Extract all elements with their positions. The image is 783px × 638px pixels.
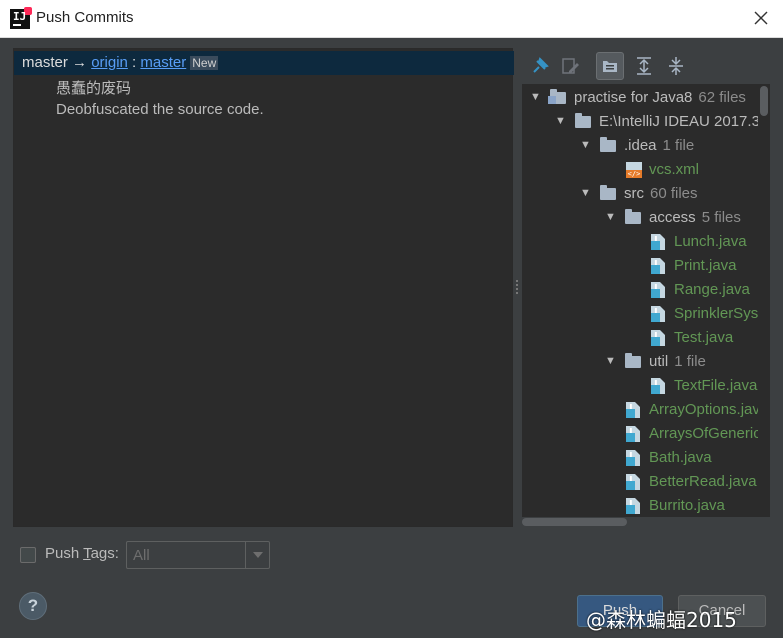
pin-icon	[533, 57, 549, 73]
tree-node-label: Print.java	[674, 257, 737, 274]
tree-node-file-count: 60 files	[650, 185, 698, 202]
push-arrow: →	[72, 54, 88, 71]
java-file-icon	[650, 234, 667, 250]
remote-branch-link[interactable]: master	[140, 54, 186, 71]
remote-link[interactable]: origin	[91, 54, 128, 71]
expand-arrow-icon[interactable]: ▼	[530, 91, 542, 103]
tree-node-label: ArraysOfGenerics	[649, 425, 769, 442]
edit-source-button[interactable]	[556, 52, 584, 80]
module-icon	[548, 89, 567, 105]
tree-node-label: E:\IntelliJ IDEAU 2017.3\	[599, 113, 765, 130]
weibo-watermark: @森林蝙蝠2015	[586, 608, 737, 632]
group-by-directory-button[interactable]	[596, 52, 624, 80]
folder-icon	[600, 137, 617, 153]
group-by-directory-icon	[603, 61, 617, 72]
help-button[interactable]: ?	[19, 592, 47, 620]
tree-node-label: SprinklerSyst	[674, 305, 763, 322]
expand-arrow-icon[interactable]: ▼	[580, 187, 592, 199]
tree-node-label: practise for Java8	[574, 89, 693, 106]
changed-files-tree[interactable]: ▼ practise for Java8 62 files ▼ E:\IntelliJ …	[522, 84, 770, 527]
expand-all-button[interactable]	[630, 52, 658, 80]
push-tags-row: Push Tags: All	[20, 541, 280, 569]
close-button[interactable]	[749, 6, 773, 30]
tree-node-file-count: 1 file	[662, 137, 695, 154]
folder-icon	[575, 113, 592, 129]
java-file-icon	[650, 378, 667, 394]
tree-node-file-count: 62 files	[698, 89, 746, 106]
tree-node-label: util	[649, 353, 669, 370]
changes-toolbar	[522, 48, 770, 82]
local-branch: master	[22, 54, 68, 71]
expand-arrow-icon[interactable]: ▼	[580, 139, 592, 151]
window-title: Push Commits	[36, 9, 134, 26]
push-tags-checkbox[interactable]	[20, 547, 36, 563]
tree-node-label: Test.java	[674, 329, 734, 346]
java-file-icon	[625, 474, 642, 490]
expand-arrow-icon[interactable]: ▼	[555, 115, 567, 127]
vertical-scrollbar[interactable]	[758, 84, 770, 527]
tree-node-label: Lunch.java	[674, 233, 747, 250]
horizontal-scrollbar[interactable]	[522, 517, 770, 527]
tree-node-label: src	[624, 185, 644, 202]
folder-icon	[625, 353, 642, 369]
java-file-icon	[650, 306, 667, 322]
tree-node-file-count: 5 files	[701, 209, 741, 226]
java-file-icon	[650, 258, 667, 274]
java-file-icon	[625, 498, 642, 514]
title-bar: IJ Push Commits	[0, 0, 783, 38]
java-file-icon	[625, 450, 642, 466]
commit-item[interactable]: Deobfuscated the source code.	[56, 101, 264, 118]
push-tags-select[interactable]: All	[126, 541, 270, 569]
tree-node-label: ArrayOptions.jav	[649, 401, 760, 418]
tree-node-label: BetterRead.java	[649, 473, 757, 490]
collapse-all-icon	[669, 57, 683, 75]
java-file-icon	[650, 330, 667, 346]
expand-arrow-icon[interactable]: ▼	[605, 355, 617, 367]
expand-arrow-icon[interactable]: ▼	[605, 211, 617, 223]
new-branch-badge: New	[190, 56, 219, 70]
tree-node-label: .idea	[624, 137, 657, 154]
java-file-icon	[625, 402, 642, 418]
folder-icon	[600, 185, 617, 201]
intellij-app-icon: IJ	[10, 7, 32, 29]
tree-node-label: access	[649, 209, 696, 226]
java-file-icon	[650, 282, 667, 298]
java-file-icon	[625, 426, 642, 442]
expand-all-icon	[637, 57, 651, 75]
remote-separator: :	[132, 54, 137, 71]
splitter-handle[interactable]	[514, 278, 520, 298]
commits-panel[interactable]: master → origin : master New 愚蠢的废码 Deobfu…	[13, 48, 514, 527]
push-spec-row[interactable]: master → origin : master New	[14, 51, 514, 75]
tree-node-label: Burrito.java	[649, 497, 725, 514]
chevron-down-icon[interactable]	[245, 542, 269, 568]
commit-item[interactable]: 愚蠢的废码	[56, 77, 131, 98]
edit-source-icon	[562, 58, 579, 74]
pin-button[interactable]	[526, 52, 554, 80]
tree-node-file-count: 1 file	[674, 353, 706, 370]
push-tags-selected-value: All	[133, 547, 150, 564]
tree-node-label: TextFile.java	[674, 377, 758, 394]
push-tags-label[interactable]: Push Tags:	[45, 545, 119, 562]
tree-node-label: Bath.java	[649, 449, 712, 466]
collapse-all-button[interactable]	[662, 52, 690, 80]
folder-icon	[625, 209, 642, 225]
tree-node-label: vcs.xml	[649, 161, 699, 178]
close-icon	[754, 11, 768, 25]
xml-file-icon	[625, 162, 642, 178]
tree-node-label: Range.java	[674, 281, 750, 298]
